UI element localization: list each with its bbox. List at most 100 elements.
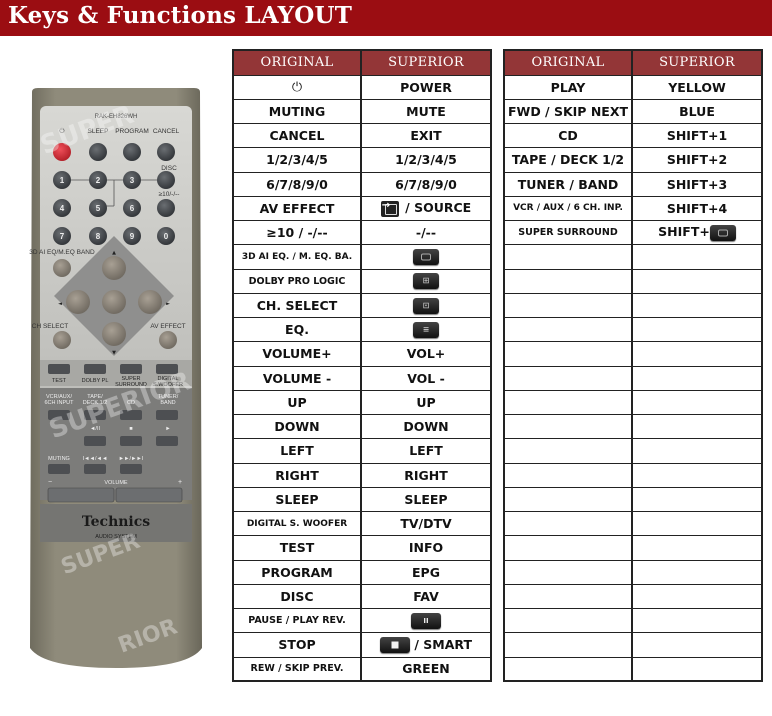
superior-key-cell: INFO (360, 535, 492, 561)
original-key-cell: PLAY (503, 74, 633, 100)
screen-key-icon (413, 249, 439, 266)
original-key-cell: EQ. (232, 316, 362, 343)
table-row (503, 462, 763, 488)
table-row: VOLUME+ VOL+ (232, 341, 492, 367)
superior-key-cell: SHIFT+2 (631, 147, 763, 173)
svg-text:7: 7 (60, 232, 65, 241)
table-row: 6/7/8/9/0 6/7/8/9/0 (232, 171, 492, 197)
table-row: CANCEL EXIT (232, 122, 492, 149)
superior-key-cell: EXIT (360, 122, 492, 149)
original-key-cell: 6/7/8/9/0 (232, 171, 362, 197)
superior-key-label: VOL - (407, 370, 445, 386)
table-row: TAPE / DECK 1/2 SHIFT+2 (503, 147, 763, 173)
remote-right-button (138, 290, 162, 314)
table-row: EQ. ≡ (232, 316, 492, 343)
original-key-cell: RIGHT (232, 462, 362, 488)
svg-text:6: 6 (130, 204, 135, 213)
column-header-superior: SUPERIOR (360, 50, 492, 76)
remote-3d-eq-button (53, 259, 71, 277)
original-key-cell: FWD / SKIP NEXT (503, 98, 633, 125)
remote-up-button (102, 256, 126, 280)
table-row (503, 486, 763, 513)
superior-key-label: INFO (408, 540, 444, 556)
remote-left-button (66, 290, 90, 314)
superior-key-label: 6/7/8/9/0 (395, 176, 457, 192)
svg-text:9: 9 (130, 232, 135, 241)
svg-text:5: 5 (96, 204, 101, 213)
svg-text:►: ► (166, 301, 170, 307)
superior-key-label: MUTE (406, 103, 446, 119)
table-row (503, 583, 763, 610)
original-key-cell: STOP (232, 632, 362, 658)
original-key-cell: MUTING (232, 98, 362, 125)
table-row: PROGRAM EPG (232, 559, 492, 585)
table-row (503, 607, 763, 634)
superior-key-cell: 1/2/3/4/5 (360, 147, 492, 173)
original-key-cell: 1/2/3/4/5 (232, 147, 362, 173)
superior-key-label: EPG (412, 564, 440, 580)
remote-sleep-button (89, 143, 107, 161)
remote-down-button (102, 322, 126, 346)
table-row (503, 244, 763, 270)
superior-key-cell: SHIFT+4 (631, 195, 763, 222)
table-row: REW / SKIP PREV. GREEN (232, 656, 492, 682)
table-row (503, 365, 763, 391)
svg-text:+: + (178, 479, 182, 486)
svg-text:CH SELECT: CH SELECT (32, 323, 69, 330)
original-key-cell (503, 268, 633, 294)
table-row: SUPER SURROUND SHIFT+ (503, 219, 763, 246)
original-key-cell: DIGITAL S. WOOFER (232, 510, 362, 537)
remote-center-button (102, 290, 126, 314)
column-header-original: ORIGINAL (503, 50, 633, 76)
table-row: UP UP (232, 389, 492, 416)
superior-key-label: UP (416, 394, 436, 410)
svg-text:3: 3 (130, 176, 135, 185)
superior-key-cell: EPG (360, 559, 492, 585)
table-row: CH. SELECT ⊡ (232, 292, 492, 319)
superior-key-cell (631, 510, 763, 537)
original-key-cell (503, 438, 633, 464)
superior-key-label: SHIFT+4 (666, 200, 728, 216)
superior-key-cell (631, 316, 763, 343)
table-row (503, 656, 763, 682)
table-row: LEFT LEFT (232, 438, 492, 464)
original-key-cell: TEST (232, 535, 362, 561)
superior-key-cell: / SOURCE (360, 195, 492, 222)
superior-key-cell: YELLOW (631, 74, 763, 100)
svg-text:▼: ▼ (112, 350, 116, 356)
svg-text:▲: ▲ (112, 250, 116, 256)
table-row: RIGHT RIGHT (232, 462, 492, 488)
original-key-cell: REW / SKIP PREV. (232, 656, 362, 682)
table-row: 3D AI EQ. / M. EQ. BA. (232, 244, 492, 270)
superior-key-cell: II (360, 607, 492, 634)
superior-key-label: / SMART (410, 636, 472, 652)
remote-control-image: RAK-EH826WH ⏻ SLEEP PROGRAM CANCEL DISC … (28, 88, 204, 670)
title-bar: Keys & Functions LAYOUT (0, 0, 772, 36)
table-row (503, 535, 763, 561)
superior-key-label: POWER (400, 79, 452, 95)
remote-program-button (123, 143, 141, 161)
original-key-cell (503, 656, 633, 682)
table-row (503, 438, 763, 464)
svg-text:►►/►►I: ►►/►►I (119, 456, 144, 462)
table-row: ⏻ POWER (232, 74, 492, 100)
table-row: ≥10 / -/-- -/-- (232, 219, 492, 246)
svg-text:DOLBY PL: DOLBY PL (82, 378, 109, 384)
superior-key-cell (631, 632, 763, 658)
original-key-cell (503, 389, 633, 416)
superior-key-cell: FAV (360, 583, 492, 610)
original-key-cell: PAUSE / PLAY REV. (232, 607, 362, 634)
superior-key-cell: BLUE (631, 98, 763, 125)
original-key-cell: VCR / AUX / 6 CH. INP. (503, 195, 633, 222)
superior-key-label: YELLOW (668, 79, 726, 95)
table-row: DISC FAV (232, 583, 492, 610)
superior-key-cell: SLEEP (360, 486, 492, 513)
superior-key-label: FAV (413, 588, 439, 604)
original-key-cell (503, 510, 633, 537)
superior-key-cell: VOL+ (360, 341, 492, 367)
key-mapping-table-right: ORIGINAL SUPERIOR PLAY YELLOW FWD / SKIP N… (503, 49, 763, 683)
superior-key-cell: POWER (360, 74, 492, 100)
superior-key-cell: LEFT (360, 438, 492, 464)
original-key-cell: TUNER / BAND (503, 171, 633, 197)
svg-text:◄: ◄ (58, 301, 62, 307)
